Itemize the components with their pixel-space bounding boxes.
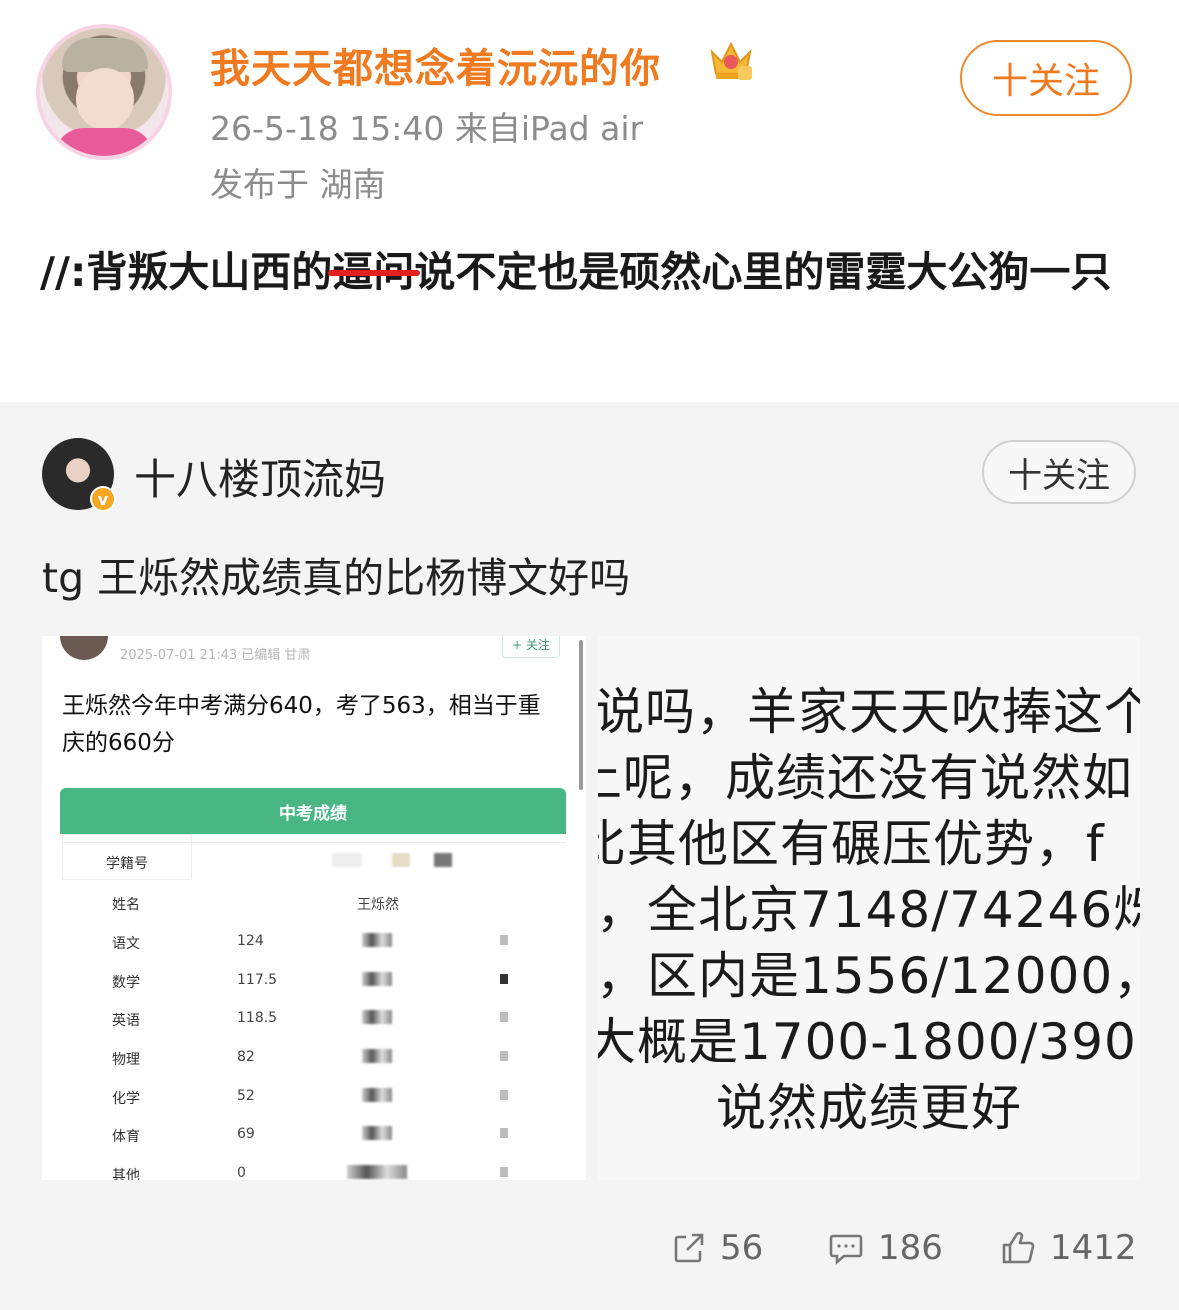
verified-badge-icon: v <box>90 486 116 512</box>
blurred-value <box>362 1049 392 1063</box>
score-label: 姓名 <box>112 897 140 913</box>
score-row: 数学 117.5 <box>62 962 566 1000</box>
blurred-value <box>362 972 392 986</box>
crop-text-line: 上呢，成绩还没有说然如 <box>598 749 1133 807</box>
score-banner: 中考成绩 <box>60 788 566 834</box>
score-row: 物理 82 <box>62 1039 566 1077</box>
score-label: 数学 <box>112 975 140 991</box>
screenshot-headline: 王烁然今年中考满分640，考了563，相当于重庆的660分 <box>62 693 541 756</box>
screenshot-scrollbar <box>579 640 583 790</box>
like-count: 1412 <box>1050 1228 1137 1268</box>
score-value: 王烁然 <box>357 897 399 913</box>
score-label: 化学 <box>112 1091 140 1107</box>
score-row: 其他 0 <box>62 1155 566 1180</box>
score-row: 体育 69 <box>62 1116 566 1154</box>
score-value: 0 <box>237 1165 246 1180</box>
score-value: 117.5 <box>237 972 278 988</box>
crop-text-line: 说吗，羊家天天吹捧这个 <box>598 683 1140 741</box>
blurred-value <box>332 853 452 867</box>
screenshot-follow: + 关注 <box>502 636 560 658</box>
score-row: 姓名 王烁然 <box>62 884 566 922</box>
follow-button[interactable]: 十关注 <box>960 40 1132 116</box>
thumbs-up-icon <box>1002 1231 1035 1264</box>
blurred-dot <box>500 1167 508 1177</box>
crop-text-line: 比其他区有碾压优势，f <box>598 815 1105 873</box>
score-label: 语文 <box>112 936 140 952</box>
repost-text: tg 王烁然成绩真的比杨博文好吗 <box>42 554 631 602</box>
crop-text-line: ，区内是1556/12000， <box>598 947 1140 1005</box>
repost-author-username[interactable]: 十八楼顶流妈 <box>134 446 386 507</box>
score-label: 物理 <box>112 1052 140 1068</box>
blurred-dot <box>500 1090 508 1100</box>
score-row: 化学 52 <box>62 1078 566 1116</box>
comment-icon <box>829 1234 863 1265</box>
score-row: 学籍号 <box>62 842 566 881</box>
crop-text-line: 大概是1700-1800/3900 <box>598 1013 1140 1071</box>
score-value: 118.5 <box>237 1010 278 1026</box>
share-icon <box>674 1233 704 1263</box>
post-text-rest: 说不定也是硕然心里的雷霆大公狗一只 <box>414 248 1112 296</box>
screenshot-avatar <box>60 636 108 660</box>
blurred-value <box>362 1088 392 1102</box>
score-label: 体育 <box>112 1129 140 1145</box>
blurred-value <box>362 1010 392 1024</box>
blurred-dot <box>500 1051 508 1061</box>
comment-button[interactable]: 186 <box>828 1224 943 1272</box>
author-avatar[interactable] <box>40 28 168 156</box>
post-text: //:背叛大山西的逼问说不定也是硕然心里的雷霆大公狗一只 <box>40 238 1140 306</box>
comment-count: 186 <box>878 1228 943 1268</box>
avatar-cap-shape <box>62 38 148 72</box>
repost-image-score-card[interactable]: 2025-07-01 21:43 已编辑 甘肃 + 关注 王烁然今年中考满分64… <box>42 636 586 1180</box>
score-value: 52 <box>237 1088 255 1104</box>
blurred-dot <box>500 1012 508 1022</box>
blurred-dot <box>500 1128 508 1138</box>
score-label: 学籍号 <box>106 856 148 872</box>
crop-text-line: 说然成绩更好 <box>716 1079 1022 1137</box>
score-value: 124 <box>237 933 264 949</box>
crown-badge-icon <box>710 41 752 80</box>
repost-image-text-crop[interactable]: 说吗，羊家天天吹捧这个 上呢，成绩还没有说然如 比其他区有碾压优势，f ，全北京… <box>598 636 1140 1180</box>
repost-follow-button[interactable]: 十关注 <box>982 440 1136 504</box>
post-text-struck: 逼问 <box>332 248 415 296</box>
blurred-value <box>362 1126 392 1140</box>
blurred-value <box>347 1165 407 1179</box>
avatar-shirt-shape <box>54 128 154 156</box>
crop-text-line: ，全北京7148/74246烁 <box>598 881 1140 939</box>
score-value: 82 <box>237 1049 255 1065</box>
screenshot-meta: 2025-07-01 21:43 已编辑 甘肃 <box>120 648 311 663</box>
blurred-dot <box>500 935 508 945</box>
score-value: 69 <box>237 1126 255 1142</box>
post-location: 发布于 湖南 <box>210 165 386 204</box>
avatar-face-shape <box>76 68 134 130</box>
post-text-prefix: //:背叛大山西的 <box>40 248 333 296</box>
post-time-source: 26-5-18 15:40 来自iPad air <box>210 109 644 148</box>
score-label: 其他 <box>112 1168 140 1180</box>
like-button[interactable]: 1412 <box>1000 1224 1137 1272</box>
score-label: 英语 <box>112 1013 140 1029</box>
share-count: 56 <box>720 1228 764 1268</box>
author-username[interactable]: 我天天都想念着沅沅的你 <box>210 36 661 94</box>
blurred-dot <box>500 974 508 984</box>
score-row: 语文 124 <box>62 923 566 961</box>
score-row: 英语 118.5 <box>62 1000 566 1038</box>
blurred-value <box>362 933 392 947</box>
share-button[interactable]: 56 <box>672 1224 763 1272</box>
